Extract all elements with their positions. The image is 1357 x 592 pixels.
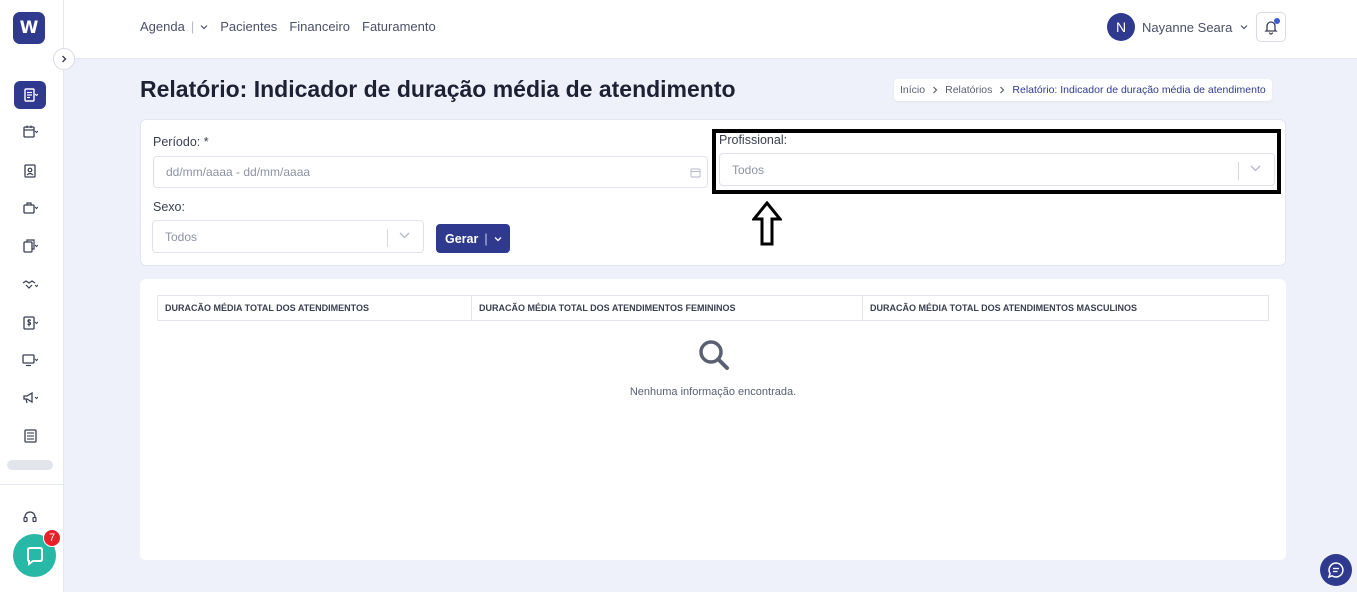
sidebar: W [0,0,64,592]
avatar: N [1107,13,1135,41]
column-header-feminine[interactable]: DURACÃO MÉDIA TOTAL DOS ATENDIMENTOS FEM… [472,296,863,320]
gerar-pipe: | [484,231,488,246]
periodo-placeholder: dd/mm/aaaa - dd/mm/aaaa [166,165,311,179]
gerar-label: Gerar [445,231,479,246]
notification-dot [1274,18,1280,24]
chevron-right-icon [1000,86,1005,94]
monitor-icon [22,354,38,367]
sidebar-item-marketing[interactable] [14,384,46,412]
notifications-button[interactable] [1256,12,1286,42]
app-logo[interactable]: W [13,12,45,44]
documents-icon [23,239,38,253]
newspaper-icon [24,429,37,443]
logo-letter: W [19,18,39,38]
nav-financeiro[interactable]: Financeiro [289,19,350,34]
column-header-total[interactable]: DURACÃO MÉDIA TOTAL DOS ATENDIMENTOS [158,296,472,320]
results-card: DURACÃO MÉDIA TOTAL DOS ATENDIMENTOS DUR… [140,279,1286,560]
chat-icon [26,546,43,566]
nav-agenda[interactable]: Agenda [140,19,185,34]
megaphone-icon [23,391,38,404]
breadcrumb-current: Relatório: Indicador de duração média de… [1012,84,1266,96]
annotation-highlight-box [712,129,1281,194]
top-navigation: Agenda | Pacientes Financeiro Faturament… [140,19,448,34]
sexo-label: Sexo: [153,200,185,214]
sidebar-item-calendar[interactable] [14,118,46,146]
breadcrumb-separator [932,86,938,94]
chevron-right-icon [933,86,938,94]
breadcrumb-relatorios[interactable]: Relatórios [945,84,992,96]
message-icon [1327,562,1344,579]
headset-icon [23,511,37,523]
help-chat-button[interactable] [1320,554,1352,586]
chevron-down-icon [494,236,502,241]
periodo-label: Período: * [153,135,209,149]
empty-state-message: Nenhuma informação encontrada. [629,386,797,398]
sidebar-item-financial[interactable] [14,309,46,337]
nav-pipe: | [190,19,195,34]
sidebar-item-briefcase[interactable] [14,194,46,222]
nav-pacientes[interactable]: Pacientes [220,19,277,34]
chevron-down-icon [1240,25,1248,30]
user-menu[interactable]: N Nayanne Seara [1107,13,1248,41]
topbar: Agenda | Pacientes Financeiro Faturament… [64,0,1357,59]
table-header: DURACÃO MÉDIA TOTAL DOS ATENDIMENTOS DUR… [157,295,1269,321]
breadcrumb-inicio[interactable]: Início [900,84,925,96]
column-header-masculine[interactable]: DURACÃO MÉDIA TOTAL DOS ATENDIMENTOS MAS… [863,296,1268,320]
annotation-up-arrow-icon [752,201,782,246]
briefcase-icon [23,202,38,214]
patient-badge-icon [24,164,36,178]
chat-notification-badge: 7 [43,529,61,547]
sidebar-item-documents[interactable] [14,232,46,260]
nav-agenda-dropdown[interactable] [200,24,208,30]
chevron-right-icon [62,55,67,63]
sidebar-item-partners[interactable] [14,270,46,298]
sexo-dropdown-toggle[interactable] [399,232,410,239]
sidebar-item-support[interactable] [14,503,46,531]
sidebar-item-patients[interactable] [14,157,46,185]
dollar-icon [23,316,38,330]
chevron-down-icon [200,24,208,29]
page-title: Relatório: Indicador de duração média de… [140,76,736,102]
sexo-select[interactable]: Todos [152,220,424,253]
sexo-value: Todos [165,229,198,244]
sidebar-item-monitor[interactable] [14,346,46,374]
sidebar-collapse-button[interactable] [53,48,75,70]
sidebar-scrollbar[interactable] [7,460,53,470]
report-icon [24,88,38,102]
chevron-down-icon [399,232,410,239]
search-icon [699,340,729,370]
calendar-icon [23,125,38,138]
breadcrumb: Início Relatórios Relatório: Indicador d… [894,79,1272,101]
handshake-icon [22,280,38,289]
sidebar-item-news[interactable] [14,422,46,450]
periodo-input[interactable]: dd/mm/aaaa - dd/mm/aaaa [153,156,708,188]
calendar-icon [690,168,701,178]
breadcrumb-separator [999,86,1005,94]
gerar-button[interactable]: Gerar | [436,224,510,253]
nav-faturamento[interactable]: Faturamento [362,19,436,34]
sidebar-divider [0,484,64,485]
select-divider [387,229,388,247]
user-name: Nayanne Seara [1142,19,1233,35]
sidebar-item-reports[interactable] [14,81,46,109]
